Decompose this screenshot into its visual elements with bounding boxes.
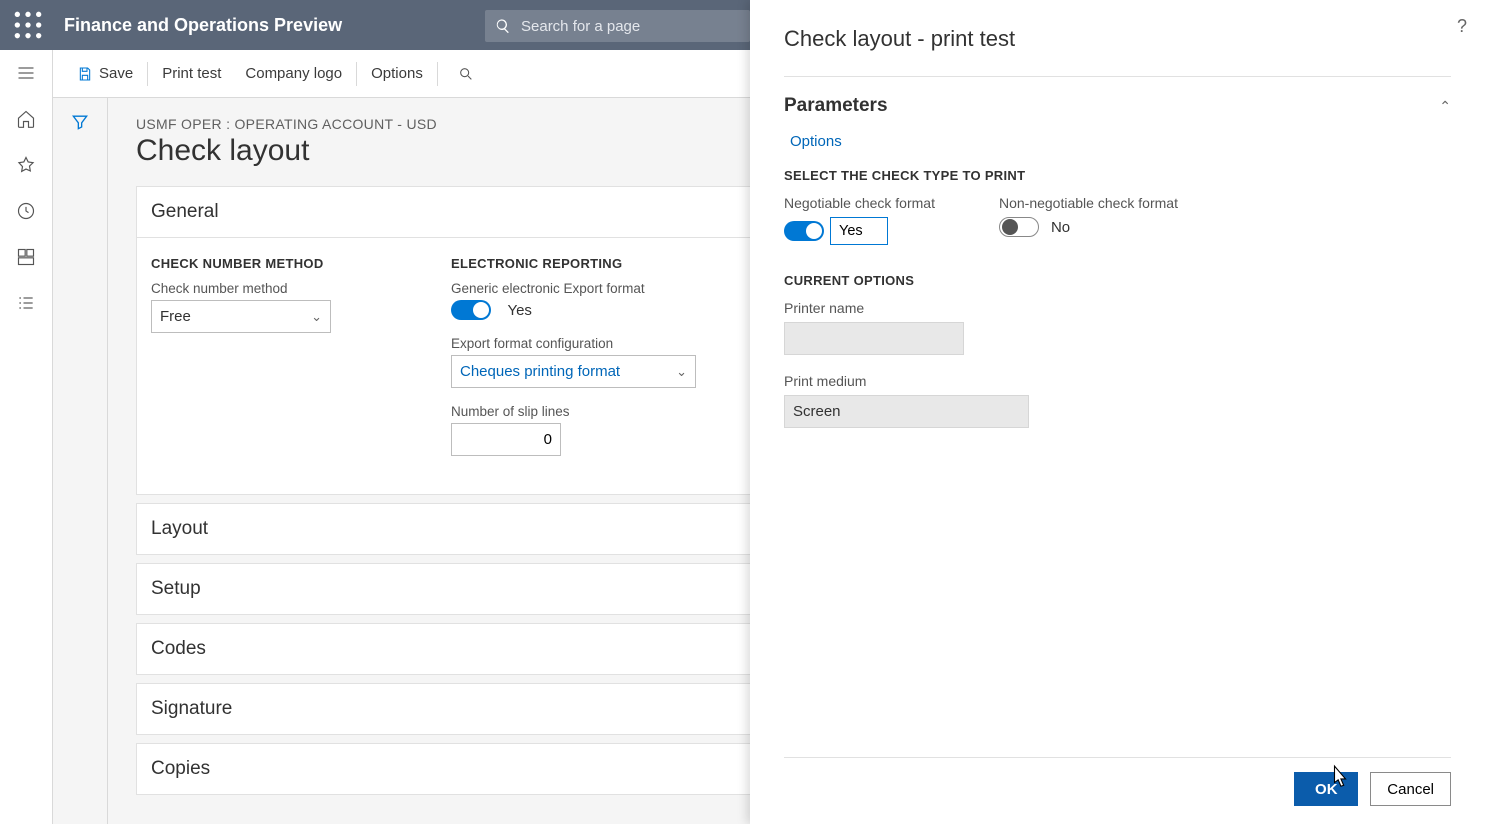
select-check-type-header: SELECT THE CHECK TYPE TO PRINT <box>784 168 1451 183</box>
separator <box>147 62 148 86</box>
save-button[interactable]: Save <box>65 50 145 97</box>
global-search[interactable] <box>485 10 750 42</box>
non-negotiable-value: No <box>1051 219 1070 236</box>
modules-icon[interactable] <box>15 292 37 314</box>
negotiable-label: Negotiable check format <box>784 195 935 211</box>
workspaces-icon[interactable] <box>15 246 37 268</box>
section-codes-header[interactable]: Codes <box>137 624 775 674</box>
hamburger-icon[interactable] <box>15 62 37 84</box>
print-medium-label: Print medium <box>784 373 1451 389</box>
print-test-label: Print test <box>162 65 221 82</box>
negotiable-value[interactable]: Yes <box>830 217 888 245</box>
help-icon[interactable]: ? <box>1457 16 1467 37</box>
print-medium-field: Screen <box>784 395 1029 428</box>
search-input[interactable] <box>521 18 740 35</box>
filter-icon[interactable] <box>70 112 90 824</box>
search-icon <box>458 66 474 82</box>
chevron-down-icon: ⌄ <box>676 364 687 380</box>
favorites-icon[interactable] <box>15 154 37 176</box>
parameters-title: Parameters <box>784 95 888 117</box>
section-setup-header[interactable]: Setup <box>137 564 775 614</box>
find-button[interactable] <box>446 50 492 97</box>
export-config-select[interactable]: Cheques printing format ⌄ <box>451 355 696 388</box>
generic-export-toggle[interactable] <box>451 300 491 320</box>
section-general-header[interactable]: General <box>137 187 775 238</box>
slip-lines-input[interactable] <box>451 423 561 456</box>
section-copies: Copies <box>136 743 776 795</box>
section-layout: Layout <box>136 503 776 555</box>
divider <box>784 76 1451 77</box>
group-check-number: CHECK NUMBER METHOD <box>151 256 411 271</box>
panel-title: Check layout - print test <box>784 26 1451 52</box>
company-logo-label: Company logo <box>245 65 342 82</box>
search-icon <box>495 18 511 34</box>
separator <box>356 62 357 86</box>
chevron-down-icon: ⌄ <box>311 309 322 325</box>
negotiable-toggle[interactable] <box>784 221 824 241</box>
print-test-button[interactable]: Print test <box>150 50 233 97</box>
filter-rail <box>53 98 108 824</box>
non-negotiable-toggle[interactable] <box>999 217 1039 237</box>
options-button[interactable]: Options <box>359 50 435 97</box>
section-layout-header[interactable]: Layout <box>137 504 775 554</box>
export-config-value: Cheques printing format <box>460 363 620 380</box>
non-negotiable-label: Non-negotiable check format <box>999 195 1178 211</box>
cancel-button[interactable]: Cancel <box>1370 772 1451 806</box>
waffle-icon[interactable] <box>12 9 44 41</box>
check-number-method-value: Free <box>160 308 191 325</box>
check-number-method-label: Check number method <box>151 281 411 296</box>
current-options-header: CURRENT OPTIONS <box>784 273 1451 288</box>
panel-options-link[interactable]: Options <box>790 133 1451 150</box>
section-setup: Setup <box>136 563 776 615</box>
parameters-header[interactable]: Parameters ⌃ <box>784 95 1451 117</box>
nav-rail <box>0 50 53 824</box>
save-label: Save <box>99 65 133 82</box>
printer-name-label: Printer name <box>784 300 1451 316</box>
app-title: Finance and Operations Preview <box>64 15 342 36</box>
print-test-panel: ? Check layout - print test Parameters ⌃… <box>750 0 1491 824</box>
options-label: Options <box>371 65 423 82</box>
separator <box>437 62 438 86</box>
section-signature-header[interactable]: Signature <box>137 684 775 734</box>
panel-footer: OK Cancel <box>784 757 1451 824</box>
section-general: General CHECK NUMBER METHOD Check number… <box>136 186 776 495</box>
export-config-label: Export format configuration <box>451 336 751 351</box>
section-copies-header[interactable]: Copies <box>137 744 775 794</box>
ok-button[interactable]: OK <box>1294 772 1358 806</box>
slip-lines-label: Number of slip lines <box>451 404 751 419</box>
printer-name-field <box>784 322 964 355</box>
section-codes: Codes <box>136 623 776 675</box>
company-logo-button[interactable]: Company logo <box>233 50 354 97</box>
generic-export-label: Generic electronic Export format <box>451 281 751 296</box>
generic-export-value: Yes <box>507 302 531 319</box>
check-number-method-select[interactable]: Free ⌄ <box>151 300 331 333</box>
home-icon[interactable] <box>15 108 37 130</box>
recent-icon[interactable] <box>15 200 37 222</box>
chevron-up-icon: ⌃ <box>1439 98 1451 115</box>
section-signature: Signature <box>136 683 776 735</box>
save-icon <box>77 66 93 82</box>
group-electronic-reporting: ELECTRONIC REPORTING <box>451 256 751 271</box>
